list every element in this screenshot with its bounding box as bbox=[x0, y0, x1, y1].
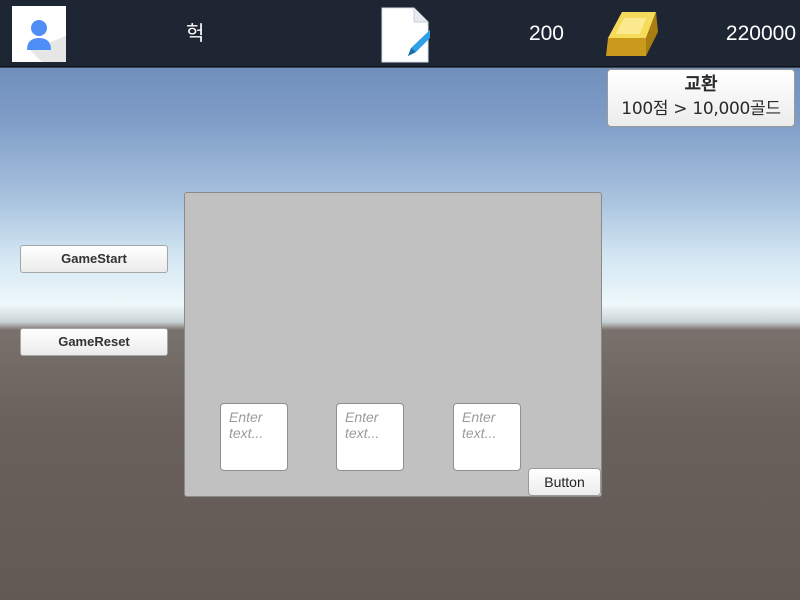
gold-value: 220000 bbox=[725, 22, 796, 45]
game-start-button[interactable]: GameStart bbox=[20, 245, 168, 273]
exchange-rate: 100점 > 10,000골드 bbox=[621, 99, 781, 119]
exchange-title: 교환 bbox=[684, 74, 718, 95]
game-panel: Enter text... Enter text... Enter text..… bbox=[184, 192, 602, 497]
top-status-bar: 헉 200 220000 bbox=[0, 0, 800, 67]
text-input-1[interactable]: Enter text... bbox=[220, 403, 288, 471]
user-avatar-icon[interactable] bbox=[12, 6, 66, 62]
note-pencil-icon bbox=[380, 6, 436, 64]
player-nickname: 헉 bbox=[186, 21, 205, 45]
panel-button[interactable]: Button bbox=[528, 468, 601, 496]
exchange-button[interactable]: 교환 100점 > 10,000골드 bbox=[607, 69, 795, 127]
game-reset-button[interactable]: GameReset bbox=[20, 328, 168, 356]
text-input-2[interactable]: Enter text... bbox=[336, 403, 404, 471]
gold-bar-icon bbox=[602, 4, 660, 62]
score-value: 200 bbox=[528, 22, 564, 45]
text-input-3[interactable]: Enter text... bbox=[453, 403, 521, 471]
